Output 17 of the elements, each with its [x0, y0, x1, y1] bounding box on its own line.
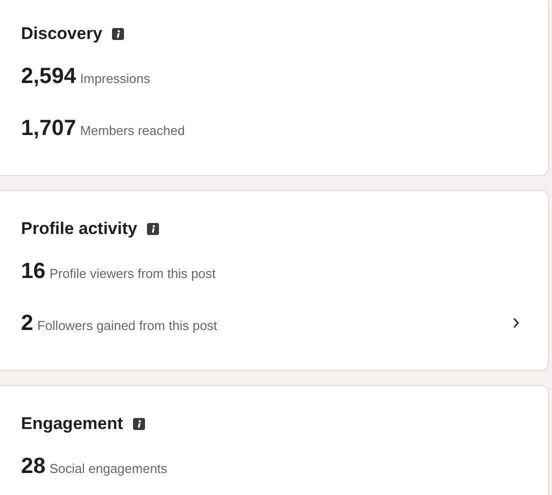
info-icon[interactable] — [133, 418, 146, 430]
metric-label: Members reached — [80, 123, 185, 138]
metric-value: 2 — [21, 310, 34, 336]
metric-value: 1,707 — [21, 115, 76, 141]
metric-value: 2,594 — [21, 63, 76, 89]
metric-label: Followers gained from this post — [37, 318, 218, 333]
info-icon[interactable] — [147, 223, 160, 235]
card-title: Discovery — [21, 24, 102, 44]
chevron-right-icon[interactable] — [512, 317, 520, 329]
metric-label: Profile viewers from this post — [49, 266, 216, 281]
metric-label: Social engagements — [49, 461, 168, 476]
card-title: Profile activity — [21, 219, 138, 239]
metric-label: Impressions — [80, 71, 150, 86]
metric-value: 16 — [21, 258, 46, 284]
info-icon[interactable] — [112, 28, 124, 40]
metric-value: 28 — [21, 453, 46, 479]
card-title: Engagement — [21, 414, 124, 434]
